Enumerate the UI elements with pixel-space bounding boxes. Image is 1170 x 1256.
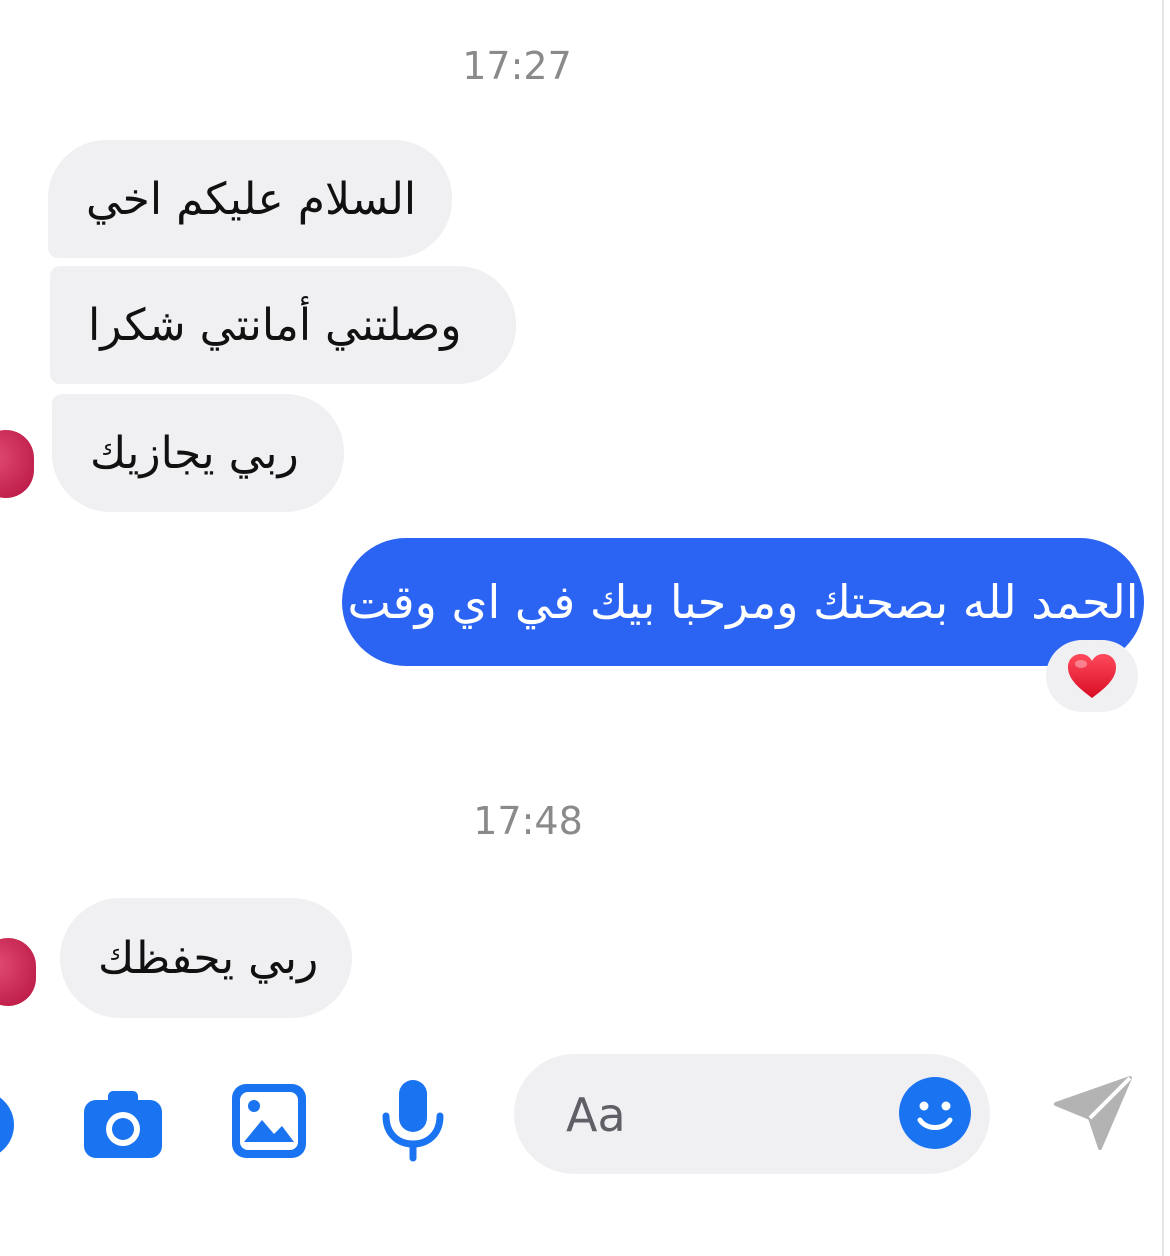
message-text: الحمد لله بصحتك ومرحبا بيك في اي وقت <box>347 575 1139 629</box>
timestamp: 17:48 <box>473 799 583 843</box>
emoji-icon[interactable] <box>898 1076 972 1150</box>
incoming-message[interactable]: السلام عليكم اخي <box>48 140 452 258</box>
gallery-icon[interactable] <box>230 1082 308 1160</box>
message-text: ربي يجازيك <box>90 427 299 479</box>
microphone-icon-shape <box>382 1080 444 1162</box>
incoming-message[interactable]: ربي يجازيك <box>52 394 344 512</box>
microphone-icon[interactable] <box>378 1078 448 1162</box>
message-reaction[interactable] <box>1046 640 1138 712</box>
outgoing-message[interactable]: الحمد لله بصحتك ومرحبا بيك في اي وقت <box>342 538 1144 666</box>
message-text: ربي يحفظك <box>98 932 319 984</box>
message-text: السلام عليكم اخي <box>86 173 417 225</box>
more-icon[interactable] <box>0 1090 16 1160</box>
send-icon-shape <box>1054 1076 1132 1150</box>
more-icon-shape <box>0 1097 14 1153</box>
camera-icon[interactable] <box>82 1088 164 1160</box>
screen-edge <box>1162 0 1164 1256</box>
camera-icon-shape <box>84 1091 162 1158</box>
incoming-message[interactable]: وصلتني أمانتي شكرا <box>50 266 516 384</box>
incoming-message[interactable]: ربي يحفظك <box>60 898 352 1018</box>
send-icon[interactable] <box>1052 1074 1134 1150</box>
gallery-icon-shape <box>232 1084 306 1158</box>
message-input-placeholder: Aa <box>566 1088 626 1142</box>
message-text: وصلتني أمانتي شكرا <box>88 299 462 351</box>
heart-icon <box>1068 654 1116 698</box>
message-input[interactable]: Aa <box>514 1054 990 1174</box>
emoji-icon-shape <box>899 1077 971 1149</box>
timestamp: 17:27 <box>462 44 572 88</box>
avatar[interactable] <box>0 430 34 498</box>
avatar[interactable] <box>0 938 36 1006</box>
